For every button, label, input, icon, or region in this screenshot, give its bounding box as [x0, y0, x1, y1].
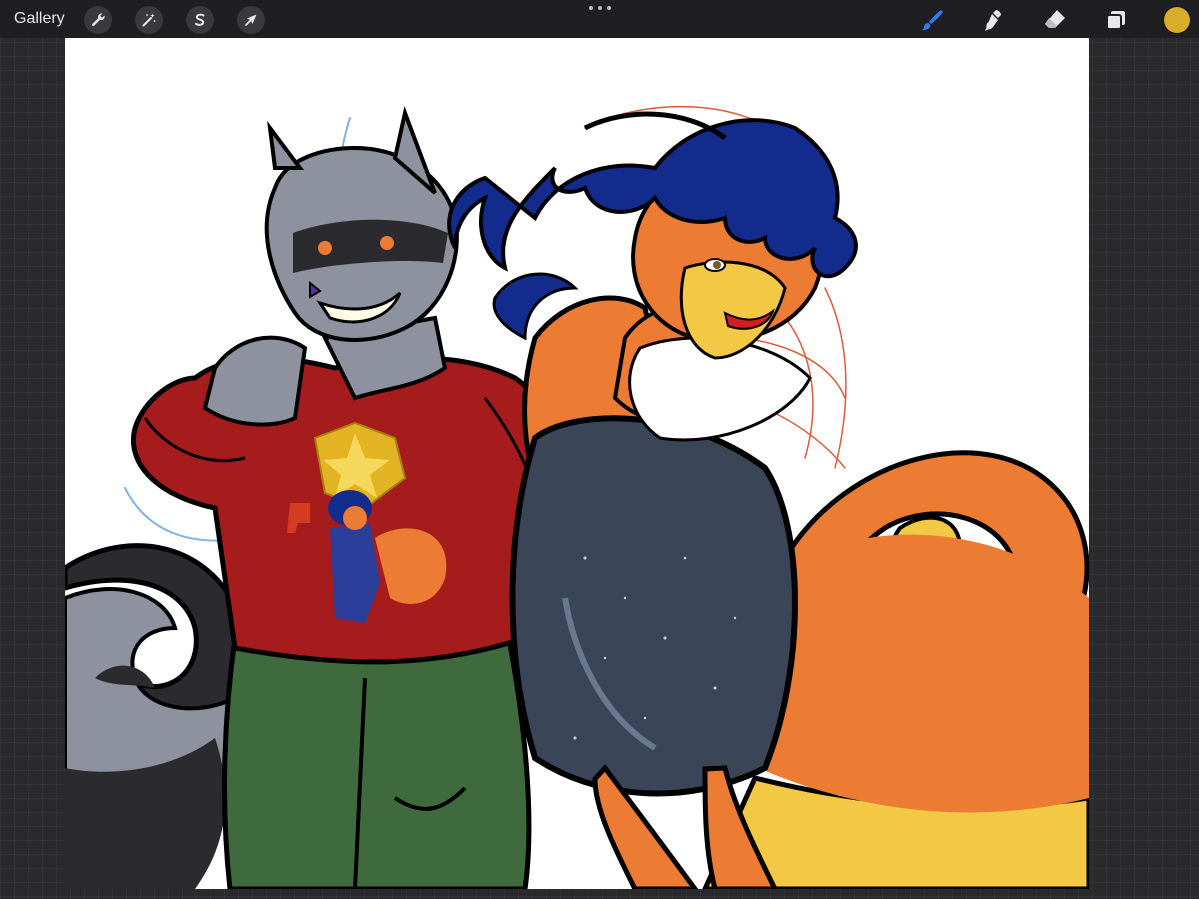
wrench-icon[interactable]	[84, 6, 112, 34]
raccoon-ear-left	[267, 120, 304, 170]
drag-handle-icon[interactable]	[589, 6, 611, 12]
drawing-canvas[interactable]	[65, 38, 1089, 889]
artwork-illustration	[65, 105, 1089, 889]
color-picker-swatch[interactable]	[1164, 7, 1190, 33]
fox-dress	[509, 415, 798, 797]
eraser-icon[interactable]	[1041, 6, 1069, 34]
layers-icon[interactable]	[1102, 6, 1130, 34]
smudge-icon[interactable]	[979, 6, 1007, 34]
magic-wand-icon[interactable]	[135, 6, 163, 34]
brush-icon[interactable]	[918, 6, 946, 34]
transform-arrow-icon[interactable]	[237, 6, 265, 34]
gallery-button[interactable]: Gallery	[14, 8, 65, 30]
selection-icon[interactable]	[186, 6, 214, 34]
raccoon-hand	[202, 335, 308, 427]
top-toolbar: Gallery	[0, 0, 1199, 38]
